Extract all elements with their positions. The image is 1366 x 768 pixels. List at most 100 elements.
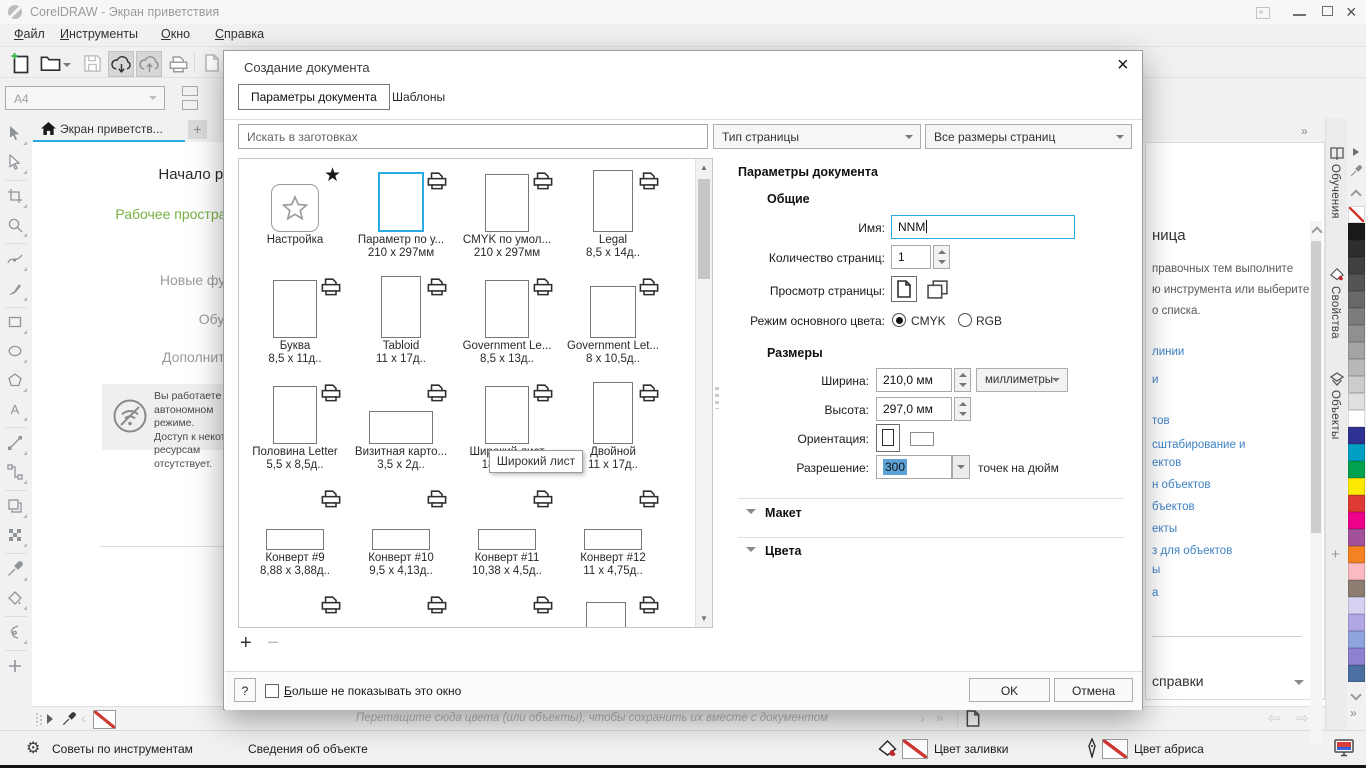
help-footer-link[interactable]: справки [1152, 673, 1204, 689]
palette-swatch[interactable] [1348, 597, 1365, 614]
scroll-left-icon[interactable]: ‹ [81, 710, 86, 726]
status-object-info[interactable]: Сведения об объекте [248, 742, 368, 756]
palette-swatch[interactable] [1348, 665, 1365, 682]
template-envelope-11[interactable]: Конверт #1110,38 x 4,5д.. [454, 480, 560, 586]
palette-swatch[interactable] [1348, 444, 1365, 461]
palette-swatch[interactable] [1348, 325, 1365, 342]
transparency-tool[interactable] [7, 527, 25, 545]
template-envelope-12[interactable]: Конверт #1211 x 4,75д.. [560, 480, 666, 586]
menu-tools[interactable]: Инструменты [60, 27, 138, 41]
template-envelope-10[interactable]: Конверт #109,5 x 4,13д.. [348, 480, 454, 586]
resolution-field[interactable]: 300 [876, 455, 952, 479]
status-tool-tips[interactable]: Советы по инструментам [52, 742, 193, 756]
help-link[interactable]: сштабирование и [1152, 439, 1245, 451]
scrollbar-thumb[interactable] [1311, 241, 1321, 533]
page-size-filter[interactable]: Все размеры страниц [925, 124, 1132, 149]
palette-swatch[interactable] [1348, 291, 1365, 308]
palette-overflow-icon[interactable]: » [936, 710, 943, 725]
page-type-filter[interactable]: Тип страницы [713, 124, 921, 149]
landscape-button[interactable] [910, 432, 934, 446]
menu-window[interactable]: Окно [161, 27, 190, 41]
pages-stepper[interactable] [933, 245, 950, 269]
gear-icon[interactable]: ⚙ [26, 738, 40, 758]
tab-document-settings[interactable]: Параметры документа [238, 84, 390, 110]
template-tabloid[interactable]: Tabloid11 x 17д.. [348, 268, 454, 374]
colors-section-header[interactable]: Цвета [765, 544, 802, 558]
pick-tool[interactable] [7, 125, 25, 143]
print-button[interactable] [166, 51, 190, 75]
add-preset-button[interactable]: + [240, 633, 252, 653]
palette-swatch[interactable] [1348, 478, 1365, 495]
layout-section-header[interactable]: Макет [765, 506, 802, 520]
layout-collapse-icon[interactable] [746, 509, 756, 514]
template-custom[interactable]: ★ Настройка [242, 162, 348, 268]
palette-swatch[interactable] [1348, 359, 1365, 376]
help-button[interactable]: ? [234, 678, 256, 702]
interactive-fill-tool[interactable] [7, 624, 25, 642]
help-back-icon[interactable]: ⇦ [1268, 709, 1281, 727]
open-dropdown-arrow[interactable] [63, 63, 71, 67]
help-link[interactable]: н объектов [1152, 479, 1211, 491]
rgb-label[interactable]: RGB [976, 314, 1002, 328]
page-icon[interactable] [966, 710, 980, 727]
shape-tool[interactable] [7, 154, 25, 172]
search-input[interactable] [238, 124, 708, 149]
tab-templates[interactable]: Шаблоны [392, 90, 445, 104]
remove-preset-button[interactable]: − [267, 633, 279, 653]
window-extra-icon[interactable] [1256, 7, 1270, 19]
polygon-tool[interactable] [7, 372, 25, 390]
help-link[interactable]: бъектов [1152, 501, 1195, 513]
palette-eyedropper-icon[interactable] [1350, 165, 1362, 177]
palette-swatch[interactable] [1348, 529, 1365, 546]
docker-tab-learn[interactable]: Обучения [1329, 164, 1341, 219]
palette-swatch[interactable] [1348, 546, 1365, 563]
ellipse-tool[interactable] [7, 343, 25, 361]
help-link[interactable]: а [1152, 587, 1158, 599]
palette-swatch[interactable] [1348, 223, 1365, 240]
palette-swatch[interactable] [1348, 257, 1365, 274]
colors-collapse-icon[interactable] [746, 547, 756, 552]
freehand-tool[interactable] [7, 251, 25, 269]
template-cmyk-default[interactable]: CMYK по умол...210 x 297мм [454, 162, 560, 268]
open-button[interactable] [38, 51, 62, 75]
scroll-up-icon[interactable]: ▲ [700, 163, 708, 172]
palette-swatch[interactable] [1348, 410, 1365, 427]
add-docker-button[interactable]: + [1331, 546, 1340, 563]
palette-swatch[interactable] [1348, 580, 1365, 597]
palette-swatch[interactable] [1348, 631, 1365, 648]
width-field[interactable]: 210,0 мм [876, 368, 952, 392]
two-point-line-tool[interactable] [7, 435, 25, 453]
palette-flyout-arrow[interactable] [47, 714, 53, 724]
tab-welcome-screen[interactable]: Экран приветств... [33, 118, 185, 142]
drag-handle[interactable] [36, 713, 42, 726]
cmyk-label[interactable]: CMYK [911, 314, 946, 328]
palette-swatch[interactable] [1348, 376, 1365, 393]
palette-swatch[interactable] [1348, 648, 1365, 665]
cloud-upload-button[interactable] [136, 51, 162, 77]
help-link[interactable]: екты [1152, 523, 1177, 535]
palette-swatch[interactable] [1348, 512, 1365, 529]
menu-file[interactable]: Файл [14, 27, 45, 41]
palette-swatch[interactable] [1348, 206, 1365, 223]
help-link[interactable]: и [1152, 374, 1158, 386]
minimize-button[interactable] [1293, 14, 1306, 16]
restore-button[interactable] [1322, 6, 1333, 16]
help-link[interactable]: тов [1152, 415, 1170, 427]
smart-fill-tool[interactable] [7, 590, 25, 608]
dont-show-label[interactable]: Больше не показывать это окно [284, 684, 461, 698]
docker-tab-properties[interactable]: Свойства [1329, 286, 1341, 339]
import-button[interactable] [200, 51, 224, 75]
template-legal[interactable]: Legal8,5 x 14д.. [560, 162, 666, 268]
fill-color-swatch[interactable] [902, 739, 928, 759]
palette-swatch[interactable] [1348, 308, 1365, 325]
new-document-button[interactable] [8, 51, 32, 75]
template-business-card[interactable]: Визитная карто...3,5 x 2д.. [348, 374, 454, 480]
pages-field[interactable]: 1 [891, 245, 931, 269]
palette-swatch[interactable] [1348, 614, 1365, 631]
eyedropper-tool[interactable] [7, 561, 25, 579]
dialog-close-icon[interactable]: × [1117, 54, 1129, 77]
close-button[interactable]: × [1346, 2, 1357, 23]
name-field[interactable]: NNM [891, 215, 1075, 239]
template-gov-legal[interactable]: Government Le...8,5 x 13д.. [454, 268, 560, 374]
template-letter[interactable]: Буква8,5 x 11д.. [242, 268, 348, 374]
